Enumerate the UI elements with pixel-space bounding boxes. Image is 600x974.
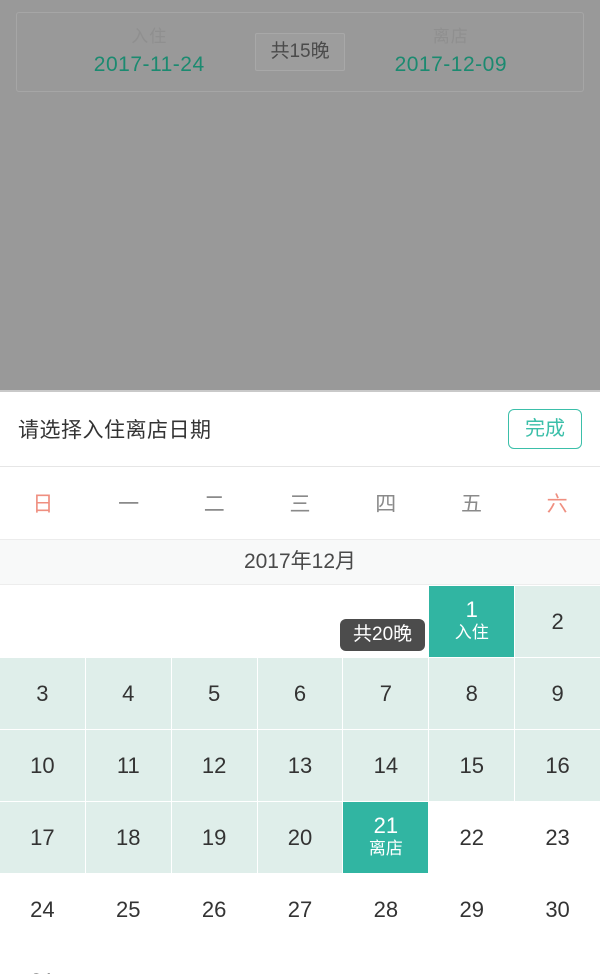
checkout-tag: 离店: [368, 838, 403, 858]
calendar-day-15[interactable]: 15: [429, 730, 515, 801]
checkout-date: 2017-12-09: [394, 53, 507, 76]
day-number: 20: [287, 824, 313, 850]
day-number: 24: [30, 896, 55, 922]
calendar-day-4[interactable]: 4: [85, 658, 171, 729]
calendar-day-7[interactable]: 7: [343, 658, 429, 729]
weekday-2: 二: [203, 493, 225, 516]
nights-badge: 共15晚: [255, 33, 345, 71]
day-number: 17: [30, 824, 55, 850]
calendar-blank-cell: [171, 586, 257, 657]
checkout-label: 离店: [432, 27, 469, 46]
calendar-day-23[interactable]: 23: [515, 802, 600, 873]
calendar-day-29[interactable]: 29: [429, 874, 515, 945]
day-number: 30: [545, 896, 570, 922]
day-number: 4: [122, 680, 135, 706]
calendar-day-28[interactable]: 28: [343, 874, 429, 945]
calendar-blank-cell: [257, 586, 343, 657]
weekday-1: 一: [118, 493, 140, 516]
calendar-day-1[interactable]: 1 入住: [429, 586, 515, 657]
day-number: 12: [201, 752, 227, 778]
calendar-day-19[interactable]: 19: [171, 802, 257, 873]
day-number: 9: [551, 680, 564, 706]
day-number: 21: [373, 812, 399, 838]
day-number: 31: [30, 969, 54, 974]
nights-tooltip: 共20晚: [340, 619, 426, 651]
calendar-day-18[interactable]: 18: [85, 802, 171, 873]
day-number: 13: [287, 752, 313, 778]
day-number: 16: [545, 752, 570, 778]
date-picker-sheet: 请选择入住离店日期 完成 日一二三四五六 2017年12月 1 入住 2 3 4 5 6 7 8…: [0, 390, 600, 974]
checkin-summary[interactable]: 入住 2017-11-24: [43, 25, 255, 79]
day-number: 14: [373, 752, 399, 778]
weekday-5: 五: [460, 493, 482, 516]
day-number: 18: [116, 824, 141, 850]
calendar-day-21[interactable]: 21 离店: [343, 802, 429, 873]
day-number: 25: [116, 896, 141, 922]
calendar-day-14[interactable]: 14: [343, 730, 429, 801]
calendar-blank-cell: [85, 586, 171, 657]
calendar-blank-cell: [0, 586, 85, 657]
day-number: 5: [208, 680, 221, 706]
page-title: 请选择入住离店日期: [18, 419, 212, 442]
weekday-header: 日一二三四五六: [0, 467, 600, 540]
calendar-day-16[interactable]: 16: [515, 730, 600, 801]
sheet-header: 请选择入住离店日期 完成: [0, 392, 600, 467]
calendar-day-2[interactable]: 2: [515, 586, 600, 657]
calendar-day-11[interactable]: 11: [85, 730, 171, 801]
calendar-day-27[interactable]: 27: [257, 874, 343, 945]
day-number: 8: [465, 680, 478, 706]
day-number: 6: [293, 680, 307, 706]
calendar-day-25[interactable]: 25: [85, 874, 171, 945]
day-number: 1: [465, 596, 478, 622]
checkout-summary[interactable]: 离店 2017-12-09: [345, 25, 557, 79]
calendar-grid: 1 入住 2 3 4 5 6 7 8 9 10 11 12 13 14 15 16 17 18 19 20 21 离店 22 2…: [0, 585, 600, 974]
month-label: 2017年12月: [0, 540, 600, 585]
day-number: 23: [545, 824, 570, 850]
calendar-day-3[interactable]: 3: [0, 658, 85, 729]
day-number: 28: [373, 896, 399, 922]
calendar-day-17[interactable]: 17: [0, 802, 85, 873]
day-number: 27: [287, 896, 313, 922]
calendar-day-31[interactable]: 31: [0, 946, 85, 974]
calendar-day-8[interactable]: 8: [429, 658, 515, 729]
checkin-tag: 入住: [454, 622, 489, 642]
calendar-day-30[interactable]: 30: [515, 874, 600, 945]
calendar-day-9[interactable]: 9: [515, 658, 600, 729]
stay-summary-card: 入住 2017-11-24 共15晚 离店 2017-12-09: [16, 12, 584, 92]
day-number: 15: [459, 752, 484, 778]
checkin-date: 2017-11-24: [93, 53, 205, 76]
calendar-day-13[interactable]: 13: [257, 730, 343, 801]
calendar-day-12[interactable]: 12: [171, 730, 257, 801]
day-number: 26: [201, 896, 227, 922]
weekday-6: 六: [546, 493, 568, 516]
day-number: 22: [459, 824, 484, 850]
done-button[interactable]: 完成: [508, 409, 582, 449]
weekday-3: 三: [289, 493, 311, 516]
day-number: 11: [116, 752, 140, 778]
weekday-4: 四: [375, 493, 397, 516]
day-number: 19: [201, 824, 227, 850]
day-number: 2: [551, 608, 564, 634]
day-number: 3: [36, 680, 49, 706]
calendar-day-24[interactable]: 24: [0, 874, 85, 945]
modal-backdrop[interactable]: 入住 2017-11-24 共15晚 离店 2017-12-09: [0, 0, 600, 390]
calendar-day-22[interactable]: 22: [429, 802, 515, 873]
calendar-day-20[interactable]: 20: [257, 802, 343, 873]
calendar-day-6[interactable]: 6: [257, 658, 343, 729]
day-number: 29: [459, 896, 484, 922]
checkin-label: 入住: [131, 27, 168, 46]
day-number: 10: [30, 752, 55, 778]
day-number: 7: [379, 680, 392, 706]
calendar-day-26[interactable]: 26: [171, 874, 257, 945]
weekday-0: 日: [32, 493, 54, 516]
calendar-day-5[interactable]: 5: [171, 658, 257, 729]
calendar-day-10[interactable]: 10: [0, 730, 85, 801]
